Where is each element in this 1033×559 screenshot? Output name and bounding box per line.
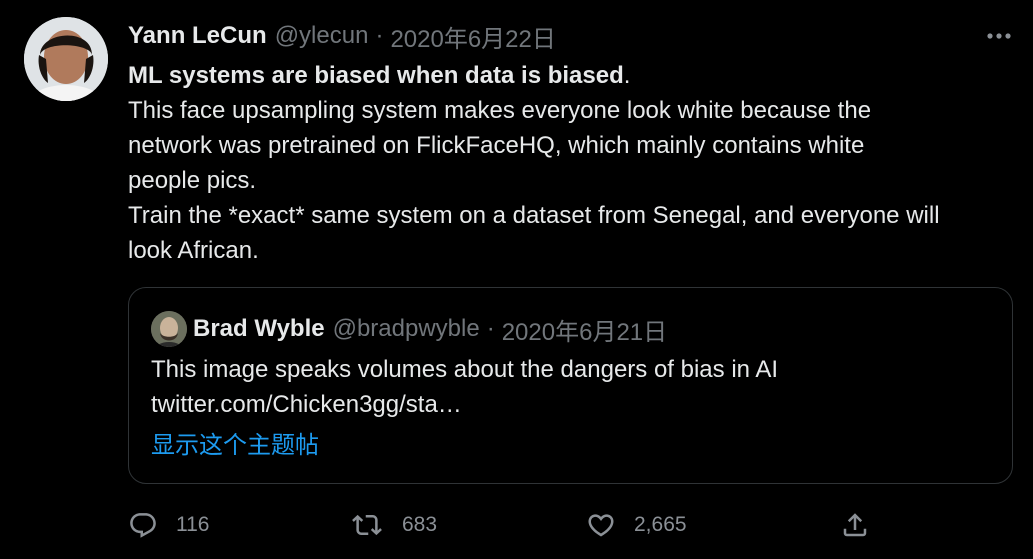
quoted-tweet-card[interactable]: Brad Wyble @bradpwyble · 2020年6月21日 This… (128, 287, 1013, 484)
share-button[interactable] (840, 505, 870, 545)
author-handle[interactable]: @ylecun (275, 22, 369, 50)
tweet-text: ML systems are biased when data is biase… (128, 58, 1013, 268)
quoted-author-name[interactable]: Brad Wyble (193, 315, 325, 343)
quoted-tweet-header: Brad Wyble @bradpwyble · 2020年6月21日 (151, 311, 667, 347)
retweet-count: 683 (402, 513, 438, 536)
tweet-bold-suffix: . (623, 62, 631, 89)
share-icon (843, 513, 867, 537)
tweet-line: people pics. (128, 167, 257, 194)
tweet-bold-text: ML systems are biased when data is biase… (128, 62, 624, 89)
quoted-header-separator: · (486, 315, 495, 342)
reply-icon (130, 513, 156, 538)
tweet-actions: 116 683 2,665 (128, 505, 888, 545)
heart-icon (588, 514, 614, 537)
tweet-timestamp[interactable]: 2020年6月22日 (390, 19, 555, 54)
tweet-line-bold: ML systems are biased when data is biase… (128, 58, 1013, 93)
quoted-tweet-link[interactable]: twitter.com/Chicken3gg/sta… (151, 387, 462, 422)
tweet-line: Train the *exact* same system on a datas… (128, 202, 940, 229)
like-count: 2,665 (634, 513, 687, 536)
ellipsis-icon (987, 33, 1011, 39)
author-avatar[interactable] (24, 17, 108, 101)
quoted-author-avatar (151, 311, 187, 347)
retweet-icon (352, 514, 382, 536)
show-thread-link[interactable]: 显示这个主题帖 (151, 428, 319, 463)
tweet-line: look African. (128, 237, 259, 264)
quoted-tweet-text: This image speaks volumes about the dang… (151, 356, 779, 383)
retweet-button[interactable]: 683 (350, 505, 437, 545)
more-options-button[interactable] (985, 22, 1013, 50)
author-name[interactable]: Yann LeCun (128, 22, 267, 50)
quoted-timestamp[interactable]: 2020年6月21日 (502, 312, 667, 347)
reply-button[interactable]: 116 (128, 505, 209, 545)
reply-count: 116 (176, 513, 210, 536)
tweet-line: This face upsampling system makes everyo… (128, 97, 872, 124)
like-button[interactable]: 2,665 (586, 505, 687, 545)
tweet-header: Yann LeCun @ylecun · 2020年6月22日 (128, 22, 556, 53)
tweet-line: network was pretrained on FlickFaceHQ, w… (128, 132, 865, 159)
header-separator: · (375, 22, 384, 49)
quoted-author-handle[interactable]: @bradpwyble (333, 315, 480, 343)
